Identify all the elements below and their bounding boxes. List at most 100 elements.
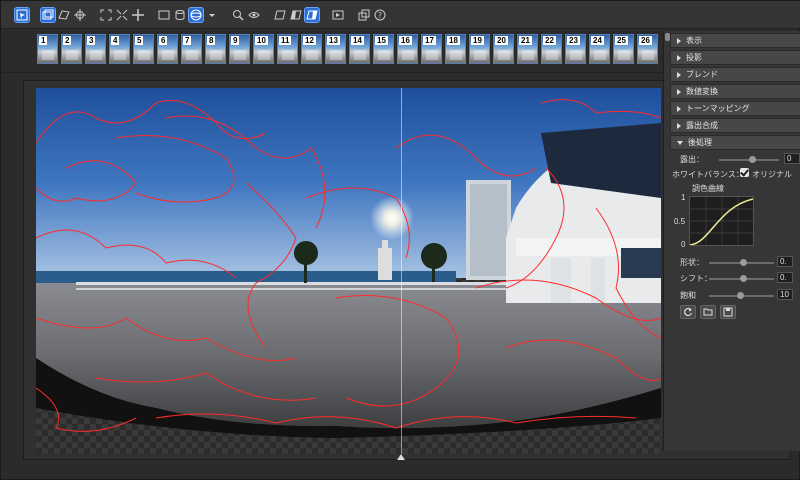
thumbnail-image: [498, 50, 510, 60]
center-icon[interactable]: [131, 8, 145, 22]
panorama-preview[interactable]: [36, 88, 661, 454]
section-tonemap-label: トーンマッピング: [686, 104, 750, 113]
thumbnail-number: 19: [471, 36, 484, 45]
thumbnail-image: [618, 50, 630, 60]
filmstrip-thumbnail[interactable]: 10: [253, 34, 274, 64]
zoom-icon[interactable]: [231, 8, 245, 22]
section-blend[interactable]: ブレンド: [670, 67, 800, 82]
white-balance-checkbox[interactable]: [740, 168, 749, 177]
sphere-icon[interactable]: [188, 6, 204, 23]
thumbnail-image: [186, 50, 198, 60]
folder-icon: [703, 308, 713, 316]
thumbnail-number: 18: [447, 36, 460, 45]
shift-slider-knob[interactable]: [740, 275, 747, 282]
curve-axis-bottom: 0: [681, 240, 686, 249]
filmstrip-thumbnail[interactable]: 7: [181, 34, 202, 64]
filmstrip-thumbnail[interactable]: 11: [277, 34, 298, 64]
select-icon[interactable]: [14, 6, 30, 23]
filmstrip-thumbnail[interactable]: 13: [325, 34, 346, 64]
exposure-value[interactable]: 0: [784, 153, 800, 164]
filmstrip-thumbnail[interactable]: 17: [421, 34, 442, 64]
layers-icon[interactable]: [357, 8, 371, 22]
settings-panel: 表示 投影 ブレンド 数値変換 トーンマッピング 露出合成 後処理 露出： 0 …: [663, 31, 800, 451]
tone-curve-graph[interactable]: [689, 196, 754, 246]
section-display-label: 表示: [686, 36, 702, 45]
filmstrip-thumbnail[interactable]: 8: [205, 34, 226, 64]
shape-label: 形状：: [680, 258, 704, 267]
shift-label: シフト：: [680, 274, 712, 283]
view-split-icon[interactable]: [289, 8, 303, 22]
filmstrip-thumbnail[interactable]: 16: [397, 34, 418, 64]
thumbnail-number: 2: [63, 36, 72, 45]
filmstrip-thumbnail[interactable]: 25: [613, 34, 634, 64]
filmstrip-thumbnail[interactable]: 19: [469, 34, 490, 64]
filmstrip-thumbnail[interactable]: 9: [229, 34, 250, 64]
thumbnail-image: [330, 50, 342, 60]
filmstrip-thumbnail[interactable]: 14: [349, 34, 370, 64]
section-tonemap[interactable]: トーンマッピング: [670, 101, 800, 116]
saturation-slider-knob[interactable]: [737, 292, 744, 299]
filmstrip-thumbnail[interactable]: 4: [109, 34, 130, 64]
section-exposure-merge-label: 露出合成: [686, 121, 718, 130]
reset-button[interactable]: [680, 305, 696, 319]
save-icon: [723, 307, 733, 317]
filmstrip-thumbnail[interactable]: 24: [589, 34, 610, 64]
dropdown-icon[interactable]: [205, 8, 219, 22]
section-display[interactable]: 表示: [670, 33, 800, 48]
thumbnail-image: [282, 50, 294, 60]
ellipse-window-icon[interactable]: [57, 8, 71, 22]
camera-icon[interactable]: [331, 8, 345, 22]
shrink-icon[interactable]: [115, 8, 129, 22]
thumbnail-number: 21: [519, 36, 532, 45]
filmstrip-thumbnail[interactable]: 2: [61, 34, 82, 64]
filmstrip: 1 2 3 4 5 6 7 8 9 10 11 12 13 14 15 16 17 18 19 20 21 22 23 24 2…: [37, 34, 665, 66]
saturation-label: 飽和: [680, 291, 696, 300]
thumbnail-number: 14: [351, 36, 364, 45]
shape-value[interactable]: 0.: [777, 256, 793, 267]
window-icon[interactable]: [40, 6, 56, 23]
saturation-value[interactable]: 10: [777, 289, 793, 300]
section-postprocess[interactable]: 後処理: [670, 135, 800, 150]
thumbnail-image: [522, 50, 534, 60]
panorama-image: [36, 88, 661, 454]
open-preset-button[interactable]: [700, 305, 716, 319]
filmstrip-thumbnail[interactable]: 23: [565, 34, 586, 64]
filmstrip-thumbnail[interactable]: 5: [133, 34, 154, 64]
section-projection[interactable]: 投影: [670, 50, 800, 65]
thumbnail-number: 4: [111, 36, 120, 45]
filmstrip-thumbnail[interactable]: 21: [517, 34, 538, 64]
help-icon[interactable]: ?: [373, 8, 387, 22]
filmstrip-thumbnail[interactable]: 12: [301, 34, 322, 64]
thumbnail-number: 13: [327, 36, 340, 45]
svg-text:?: ?: [378, 11, 382, 20]
thumbnail-number: 17: [423, 36, 436, 45]
filmstrip-thumbnail[interactable]: 20: [493, 34, 514, 64]
thumbnail-image: [402, 50, 414, 60]
filmstrip-thumbnail[interactable]: 22: [541, 34, 562, 64]
thumbnail-image: [90, 50, 102, 60]
rect-icon[interactable]: [157, 8, 171, 22]
exposure-slider-knob[interactable]: [749, 156, 756, 163]
panel-scroll-handle[interactable]: [665, 33, 670, 41]
thumbnail-number: 11: [279, 36, 292, 45]
filmstrip-thumbnail[interactable]: 3: [85, 34, 106, 64]
filmstrip-thumbnail[interactable]: 15: [373, 34, 394, 64]
view-normal-icon[interactable]: [273, 8, 287, 22]
view-overlay-icon[interactable]: [304, 6, 320, 23]
shift-value[interactable]: 0.: [777, 272, 793, 283]
thumbnail-number: 8: [207, 36, 216, 45]
filmstrip-thumbnail[interactable]: 1: [37, 34, 58, 64]
tone-curve-plot: [689, 197, 754, 246]
section-exposure-merge[interactable]: 露出合成: [670, 118, 800, 133]
eye-icon[interactable]: [247, 8, 261, 22]
crosshair-icon[interactable]: [73, 8, 87, 22]
filmstrip-thumbnail[interactable]: 6: [157, 34, 178, 64]
pan-marker[interactable]: [397, 454, 405, 460]
section-numeric[interactable]: 数値変換: [670, 84, 800, 99]
save-preset-button[interactable]: [720, 305, 736, 319]
cylinder-icon[interactable]: [173, 8, 187, 22]
shape-slider-knob[interactable]: [740, 259, 747, 266]
filmstrip-thumbnail[interactable]: 26: [637, 34, 658, 64]
fit-icon[interactable]: [99, 8, 113, 22]
filmstrip-thumbnail[interactable]: 18: [445, 34, 466, 64]
